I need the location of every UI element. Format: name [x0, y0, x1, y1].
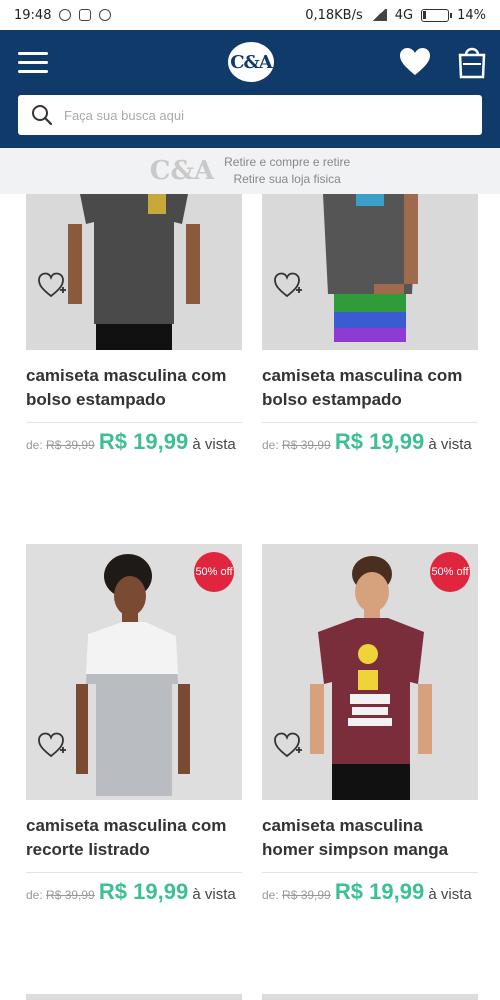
product-image[interactable] — [262, 194, 478, 350]
discount-badge: 50% off — [194, 552, 234, 592]
product-name[interactable]: camiseta masculina com bolso estampado — [262, 364, 478, 412]
old-price: de: R$ 39,99 — [26, 888, 95, 902]
old-price-prefix: de: — [26, 888, 43, 902]
cart-button[interactable] — [455, 44, 489, 80]
product-card[interactable]: camiseta masculina com bolso estampado d… — [262, 194, 478, 458]
product-card[interactable]: 50% off camiseta masculina com recorte l… — [26, 544, 242, 908]
product-grid: camiseta masculina com bolso estampado d… — [0, 194, 500, 1000]
promo-banner[interactable]: C&A Retire e compre e retire Retire sua … — [0, 148, 500, 194]
old-price: de: R$ 39,99 — [262, 438, 331, 452]
divider — [26, 872, 242, 873]
network-type: 4G — [394, 7, 414, 23]
search-bar[interactable] — [18, 95, 482, 135]
old-price-prefix: de: — [262, 438, 279, 452]
price-suffix: à vista — [192, 886, 236, 903]
old-price-prefix: de: — [262, 888, 279, 902]
discount-badge: 50% off — [430, 552, 470, 592]
status-right: 0,18KB/s 4G 14% — [305, 8, 486, 23]
old-price-value: R$ 39,99 — [46, 438, 95, 452]
search-icon — [32, 105, 53, 126]
price-line: de: R$ 39,99 R$ 19,99 à vista — [262, 429, 478, 458]
heart-icon — [400, 48, 430, 75]
price-line: de: R$ 39,99 R$ 19,99 à vista — [26, 879, 242, 908]
add-to-wishlist-icon[interactable] — [36, 730, 68, 760]
price-line: de: R$ 39,99 R$ 19,99 à vista — [26, 429, 242, 458]
status-bar: 19:48 0,18KB/s 4G 14% — [0, 0, 500, 30]
add-to-wishlist-icon[interactable] — [272, 730, 304, 760]
clock: 19:48 — [14, 7, 52, 23]
current-price: R$ 19,99 — [98, 429, 189, 454]
current-price: R$ 19,99 — [334, 879, 425, 904]
menu-button[interactable] — [18, 52, 48, 74]
old-price-value: R$ 39,99 — [282, 438, 331, 452]
add-to-wishlist-icon[interactable] — [36, 270, 68, 300]
product-image[interactable]: 50% off — [262, 544, 478, 800]
promo-line-2: Retire sua loja fisica — [233, 172, 341, 186]
shopping-bag-icon — [458, 47, 486, 79]
product-image[interactable] — [26, 194, 242, 350]
app-notification-icon — [99, 9, 112, 21]
old-price: de: R$ 39,99 — [262, 888, 331, 902]
add-to-wishlist-icon[interactable] — [272, 270, 304, 300]
product-image-partial[interactable] — [262, 994, 478, 1000]
product-name[interactable]: camiseta masculina com recorte listrado — [26, 814, 242, 862]
promo-text: Retire e compre e retire Retire sua loja… — [224, 154, 350, 188]
product-name[interactable]: camiseta masculina com bolso estampado — [26, 364, 242, 412]
product-card[interactable]: camiseta masculina com bolso estampado d… — [26, 194, 242, 458]
current-price: R$ 19,99 — [334, 429, 425, 454]
product-card[interactable]: 50% off camiseta masculina homer simpson… — [262, 544, 478, 908]
notification-icon — [59, 9, 72, 21]
app-header: C&A — [0, 30, 500, 148]
divider — [262, 872, 478, 873]
price-suffix: à vista — [192, 436, 236, 453]
old-price-value: R$ 39,99 — [46, 888, 95, 902]
product-image[interactable]: 50% off — [26, 544, 242, 800]
image-notification-icon — [79, 9, 92, 21]
product-image-partial[interactable] — [26, 994, 242, 1000]
battery-icon — [421, 8, 453, 22]
network-speed: 0,18KB/s — [305, 7, 363, 23]
menu-icon-line — [18, 70, 48, 73]
brand-logo[interactable]: C&A — [228, 42, 274, 82]
price-line: de: R$ 39,99 R$ 19,99 à vista — [262, 879, 478, 908]
divider — [262, 422, 478, 423]
product-name[interactable]: camiseta masculina homer simpson manga — [262, 814, 478, 862]
menu-icon — [18, 52, 48, 55]
search-input[interactable] — [64, 95, 482, 135]
battery-fill — [423, 10, 427, 19]
price-suffix: à vista — [428, 886, 472, 903]
promo-line-1: Retire e compre e retire — [224, 155, 351, 169]
battery-percent: 14% — [457, 7, 486, 23]
status-left: 19:48 — [14, 7, 112, 23]
divider — [26, 422, 242, 423]
price-suffix: à vista — [428, 436, 472, 453]
signal-icon — [370, 9, 387, 21]
old-price-value: R$ 39,99 — [282, 888, 331, 902]
current-price: R$ 19,99 — [98, 879, 189, 904]
promo-logo: C&A — [149, 156, 215, 186]
old-price-prefix: de: — [26, 438, 43, 452]
menu-icon-line — [18, 61, 48, 64]
wishlist-button[interactable] — [398, 46, 432, 78]
old-price: de: R$ 39,99 — [26, 438, 95, 452]
